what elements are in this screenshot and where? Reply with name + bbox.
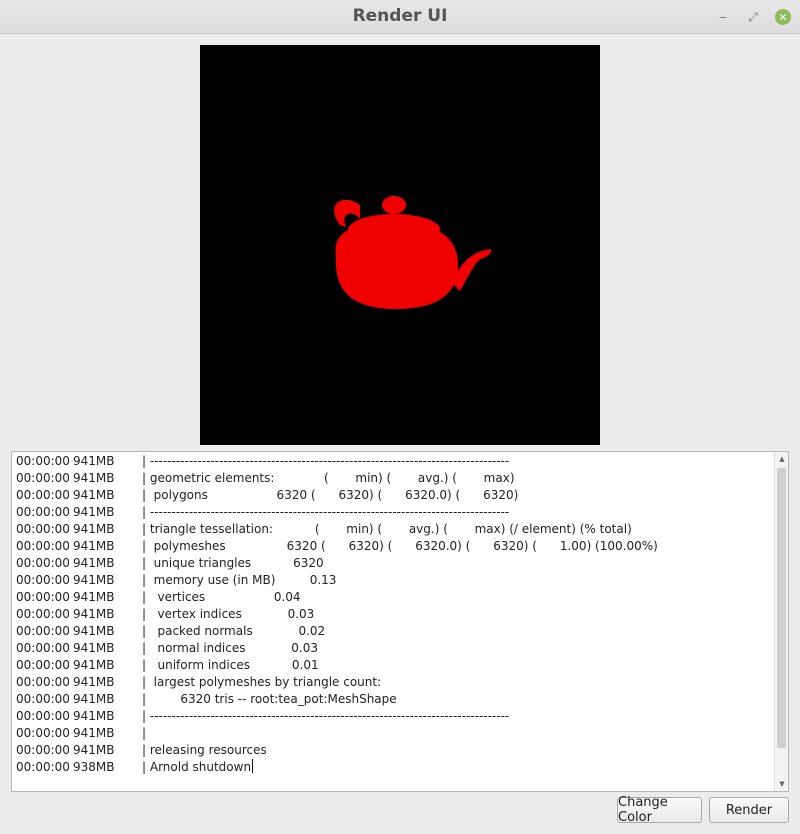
log-message: | packed normals 0.02: [142, 624, 326, 638]
log-message: | 6320 tris -- root:tea_pot:MeshShape: [142, 692, 397, 706]
log-lines: 00:00:00 941MB | -------------------------…: [16, 453, 772, 791]
log-memory: 941MB: [73, 505, 115, 519]
window-title: Render UI: [352, 6, 448, 26]
log-memory: 941MB: [73, 556, 115, 570]
scroll-thumb[interactable]: [777, 468, 786, 748]
log-memory: 941MB: [73, 607, 115, 621]
log-line: 00:00:00 941MB | polymeshes 6320 ( 6320) (…: [16, 538, 772, 555]
log-line: 00:00:00 941MB | memory use (in MB) 0.13: [16, 572, 772, 589]
scroll-up-icon[interactable]: ▲: [775, 452, 789, 466]
log-memory: 941MB: [73, 641, 115, 655]
log-message: | --------------------------------------…: [142, 454, 510, 468]
log-line: 00:00:00 941MB | vertices 0.04: [16, 589, 772, 606]
log-line: 00:00:00 941MB | vertex indices 0.03: [16, 606, 772, 623]
log-line: 00:00:00 941MB | 6320 tris -- root:tea_pot…: [16, 691, 772, 708]
log-memory: 941MB: [73, 488, 115, 502]
log-message: | Arnold shutdown: [142, 759, 254, 774]
log-line: 00:00:00 941MB | triangle tessellation: ( …: [16, 521, 772, 538]
log-message: | normal indices 0.03: [142, 641, 318, 655]
log-line: 00:00:00 941MB | geometric elements: ( min…: [16, 470, 772, 487]
log-message: | triangle tessellation: ( min) ( avg.) …: [142, 522, 632, 536]
change-color-button[interactable]: Change Color: [617, 795, 702, 825]
log-memory: 941MB: [73, 709, 115, 723]
log-time: 00:00:00: [16, 658, 70, 672]
log-memory: 941MB: [73, 692, 115, 706]
log-time: 00:00:00: [16, 709, 70, 723]
log-time: 00:00:00: [16, 675, 70, 689]
minimize-icon[interactable]: ‒: [715, 9, 731, 25]
render-viewport: [200, 45, 600, 445]
log-time: 00:00:00: [16, 505, 70, 519]
log-message: | largest polymeshes by triangle count:: [142, 675, 382, 689]
maximize-icon[interactable]: ⤢: [745, 9, 761, 25]
log-time: 00:00:00: [16, 454, 70, 468]
log-line: 00:00:00 941MB | -------------------------…: [16, 708, 772, 725]
log-line: 00:00:00 941MB |: [16, 725, 772, 742]
log-line: 00:00:00 938MB | Arnold shutdown: [16, 759, 772, 776]
log-time: 00:00:00: [16, 607, 70, 621]
log-time: 00:00:00: [16, 471, 70, 485]
teapot-render: [334, 196, 492, 309]
log-output[interactable]: 00:00:00 941MB | -------------------------…: [11, 451, 789, 792]
log-memory: 941MB: [73, 454, 115, 468]
title-bar: Render UI ‒ ⤢ ✕: [0, 0, 800, 34]
log-line: 00:00:00 941MB | -------------------------…: [16, 504, 772, 521]
log-message: | geometric elements: ( min) ( avg.) ( m…: [142, 471, 515, 485]
log-memory: 941MB: [73, 471, 115, 485]
log-memory: 941MB: [73, 624, 115, 638]
log-line: 00:00:00 941MB | polygons 6320 ( 6320) ( 6…: [16, 487, 772, 504]
log-line: 00:00:00 941MB | releasing resources: [16, 742, 772, 759]
close-icon[interactable]: ✕: [775, 9, 791, 25]
scroll-down-icon[interactable]: ▼: [775, 777, 789, 791]
log-memory: 941MB: [73, 539, 115, 553]
log-message: | vertex indices 0.03: [142, 607, 315, 621]
log-memory: 938MB: [73, 760, 115, 774]
log-line: 00:00:00 941MB | uniform indices 0.01: [16, 657, 772, 674]
render-button[interactable]: Render: [709, 797, 789, 823]
log-time: 00:00:00: [16, 726, 70, 740]
log-line: 00:00:00 941MB | packed normals 0.02: [16, 623, 772, 640]
log-time: 00:00:00: [16, 573, 70, 587]
log-message: | uniform indices 0.01: [142, 658, 319, 672]
log-time: 00:00:00: [16, 743, 70, 757]
log-time: 00:00:00: [16, 760, 70, 774]
log-time: 00:00:00: [16, 590, 70, 604]
log-message: | releasing resources: [142, 743, 267, 757]
log-line: 00:00:00 941MB | unique triangles 6320: [16, 555, 772, 572]
log-line: 00:00:00 941MB | normal indices 0.03: [16, 640, 772, 657]
log-line: 00:00:00 941MB | largest polymeshes by tri…: [16, 674, 772, 691]
text-caret: [252, 759, 254, 773]
log-memory: 941MB: [73, 522, 115, 536]
log-memory: 941MB: [73, 590, 115, 604]
log-message: | unique triangles 6320: [142, 556, 324, 570]
log-message: | --------------------------------------…: [142, 505, 510, 519]
log-message: | polygons 6320 ( 6320) ( 6320.0) ( 6320…: [142, 488, 519, 502]
log-message: | vertices 0.04: [142, 590, 301, 604]
log-time: 00:00:00: [16, 692, 70, 706]
log-line: 00:00:00 941MB | -------------------------…: [16, 453, 772, 470]
log-time: 00:00:00: [16, 522, 70, 536]
log-message: |: [142, 726, 147, 740]
log-message: | --------------------------------------…: [142, 709, 510, 723]
log-memory: 941MB: [73, 658, 115, 672]
log-time: 00:00:00: [16, 539, 70, 553]
log-memory: 941MB: [73, 726, 115, 740]
log-time: 00:00:00: [16, 488, 70, 502]
log-memory: 941MB: [73, 675, 115, 689]
log-memory: 941MB: [73, 743, 115, 757]
log-time: 00:00:00: [16, 624, 70, 638]
log-message: | memory use (in MB) 0.13: [142, 573, 337, 587]
log-scrollbar[interactable]: ▲ ▼: [774, 452, 788, 791]
log-time: 00:00:00: [16, 556, 70, 570]
log-time: 00:00:00: [16, 641, 70, 655]
log-message: | polymeshes 6320 ( 6320) ( 6320.0) ( 63…: [142, 539, 658, 553]
log-memory: 941MB: [73, 573, 115, 587]
